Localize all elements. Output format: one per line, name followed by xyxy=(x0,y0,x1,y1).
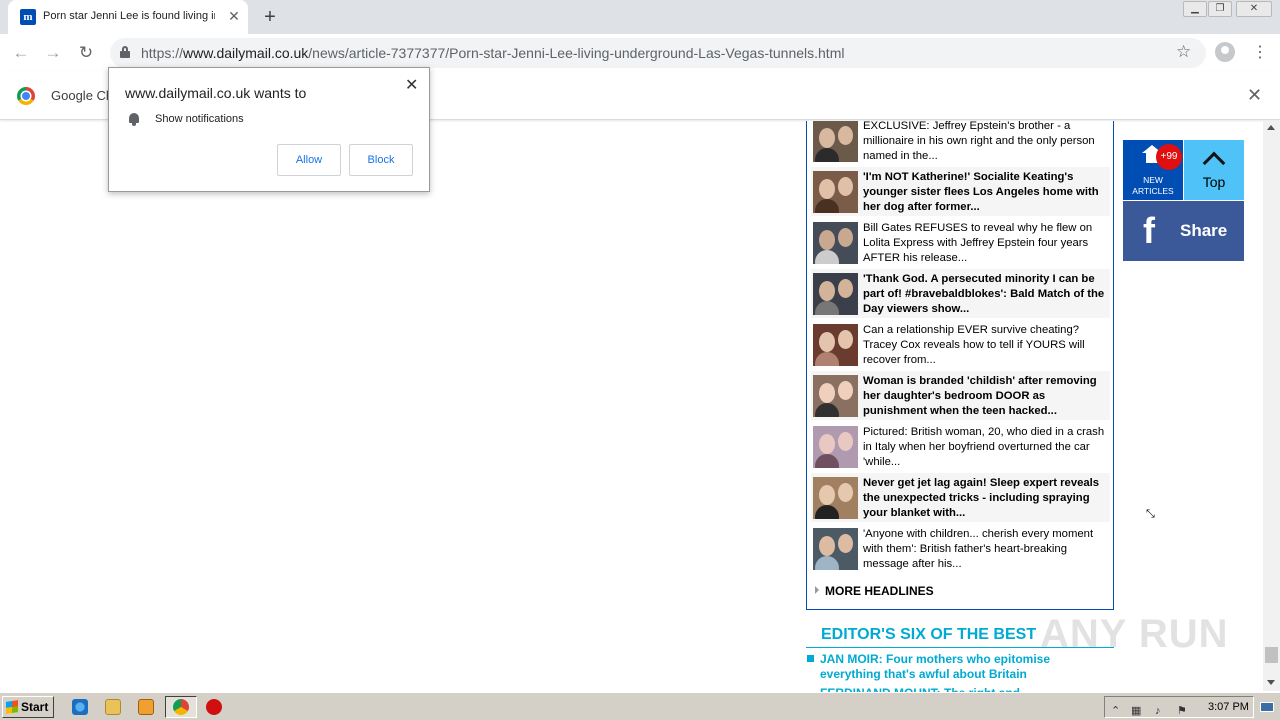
block-button[interactable]: Block xyxy=(349,144,413,176)
headline-thumbnail[interactable] xyxy=(813,222,858,264)
popup-title: www.dailymail.co.uk wants to xyxy=(125,85,307,101)
bell-icon xyxy=(127,112,141,126)
chrome-menu-icon[interactable]: ⋮ xyxy=(1252,42,1268,62)
show-desktop-button[interactable] xyxy=(1260,702,1274,712)
chrome-icon xyxy=(173,699,189,715)
headline-thumbnail[interactable] xyxy=(813,171,858,213)
volume-icon[interactable]: ♪ xyxy=(1155,705,1167,717)
headline-thumbnail[interactable] xyxy=(813,375,858,417)
back-to-top-button[interactable]: Top xyxy=(1184,140,1244,200)
windows-taskbar: Start ⌃ ▦ ♪ ⚑ 3:07 PM xyxy=(0,692,1280,720)
address-bar[interactable]: https://www.dailymail.co.uk/news/article… xyxy=(110,38,1206,68)
anyrun-watermark: ANY RUN xyxy=(1040,612,1229,656)
headline-text[interactable]: Never get jet lag again! Sleep expert re… xyxy=(863,476,1107,521)
internet-explorer-icon[interactable] xyxy=(72,699,88,715)
new-articles-label: NEW ARTICLES xyxy=(1132,175,1174,196)
popup-close-icon[interactable]: ✕ xyxy=(405,75,418,95)
back-button[interactable]: ← xyxy=(8,40,34,66)
more-headlines-link[interactable]: MORE HEADLINES xyxy=(815,584,934,598)
url-path: /news/article-7377377/Porn-star-Jenni-Le… xyxy=(308,45,845,61)
chrome-logo-icon xyxy=(17,87,35,105)
new-articles-button[interactable]: +99 NEW ARTICLES xyxy=(1123,140,1183,200)
url-text[interactable]: https://www.dailymail.co.uk/news/article… xyxy=(141,45,844,61)
bullet-square-icon xyxy=(807,655,814,662)
headline-item[interactable]: 'Thank God. A persecuted minority I can … xyxy=(811,269,1110,318)
headlines-panel: EXCLUSIVE: Jeffrey Epstein's brother - a… xyxy=(806,121,1114,610)
tab-strip: m Porn star Jenni Lee is found living in… xyxy=(0,0,1280,34)
share-label: Share xyxy=(1180,221,1228,240)
headline-item[interactable]: Bill Gates REFUSES to reveal why he flew… xyxy=(811,218,1110,267)
headline-thumbnail[interactable] xyxy=(813,324,858,366)
headline-thumbnail[interactable] xyxy=(813,121,858,162)
windows-flag-icon xyxy=(6,700,18,714)
headline-text[interactable]: Pictured: British woman, 20, who died in… xyxy=(863,425,1107,470)
url-host: www.dailymail.co.uk xyxy=(183,45,309,61)
headline-text[interactable]: Bill Gates REFUSES to reveal why he flew… xyxy=(863,221,1107,266)
headline-text[interactable]: 'Thank God. A persecuted minority I can … xyxy=(863,272,1107,317)
folder-icon[interactable] xyxy=(105,699,121,715)
scroll-down-arrow-icon[interactable] xyxy=(1267,680,1275,685)
lock-icon[interactable] xyxy=(120,46,130,58)
close-window-button[interactable]: ✕ xyxy=(1236,1,1272,17)
headline-item[interactable]: 'Anyone with children... cherish every m… xyxy=(811,524,1110,573)
headline-item[interactable]: EXCLUSIVE: Jeffrey Epstein's brother - a… xyxy=(811,121,1110,165)
headline-thumbnail[interactable] xyxy=(813,426,858,468)
new-articles-badge: +99 xyxy=(1156,144,1182,170)
top-label: Top xyxy=(1202,174,1226,190)
infobar-text: Google Ch xyxy=(51,88,114,103)
headline-item[interactable]: 'I'm NOT Katherine!' Socialite Keating's… xyxy=(811,167,1110,216)
facebook-icon: f xyxy=(1143,210,1155,251)
headline-text[interactable]: Woman is branded 'childish' after removi… xyxy=(863,374,1107,419)
chevron-up-icon xyxy=(1202,151,1226,175)
headline-thumbnail[interactable] xyxy=(813,273,858,315)
tab-close-icon[interactable]: ✕ xyxy=(225,7,243,25)
forward-button[interactable]: → xyxy=(40,40,66,66)
headline-item[interactable]: Woman is branded 'childish' after removi… xyxy=(811,371,1110,420)
start-label: Start xyxy=(21,700,49,714)
media-player-icon[interactable] xyxy=(138,699,154,715)
taskbar-clock[interactable]: 3:07 PM xyxy=(1208,701,1249,713)
profile-avatar-icon[interactable] xyxy=(1215,42,1235,62)
mouse-cursor-icon: ⤡ xyxy=(1146,508,1155,520)
scroll-thumb[interactable] xyxy=(1265,647,1278,663)
minimize-button[interactable]: ▁ xyxy=(1183,1,1207,17)
facebook-share-button[interactable]: f Share xyxy=(1123,201,1244,261)
reload-button[interactable]: ↻ xyxy=(73,40,99,66)
headline-text[interactable]: EXCLUSIVE: Jeffrey Epstein's brother - a… xyxy=(863,121,1107,164)
start-button[interactable]: Start xyxy=(2,696,54,718)
url-scheme: https:// xyxy=(141,45,184,61)
allow-button[interactable]: Allow xyxy=(277,144,341,176)
headline-thumbnail[interactable] xyxy=(813,477,858,519)
bookmark-star-icon[interactable]: ☆ xyxy=(1176,42,1191,62)
network-icon[interactable]: ▦ xyxy=(1131,705,1143,717)
dailymail-favicon-icon: m xyxy=(20,9,36,25)
page-scrollbar[interactable] xyxy=(1263,121,1280,691)
new-tab-button[interactable]: + xyxy=(258,5,282,29)
tray-expand-icon[interactable]: ⌃ xyxy=(1111,705,1123,717)
tab-title: Porn star Jenni Lee is found living in xyxy=(43,10,215,22)
headline-text[interactable]: 'I'm NOT Katherine!' Socialite Keating's… xyxy=(863,170,1107,215)
action-center-flag-icon[interactable]: ⚑ xyxy=(1177,705,1189,717)
headline-text[interactable]: 'Anyone with children... cherish every m… xyxy=(863,527,1107,572)
notification-permission-popup: www.dailymail.co.uk wants to ✕ Show noti… xyxy=(108,67,430,192)
opera-icon[interactable] xyxy=(206,699,222,715)
scroll-up-arrow-icon[interactable] xyxy=(1267,125,1275,130)
headline-text[interactable]: Can a relationship EVER survive cheating… xyxy=(863,323,1107,368)
browser-tab[interactable]: m Porn star Jenni Lee is found living in… xyxy=(8,0,248,34)
headline-thumbnail[interactable] xyxy=(813,528,858,570)
restore-button[interactable]: ❐ xyxy=(1208,1,1232,17)
headline-item[interactable]: Never get jet lag again! Sleep expert re… xyxy=(811,473,1110,522)
taskbar-chrome-button[interactable] xyxy=(165,696,197,718)
headline-item[interactable]: Can a relationship EVER survive cheating… xyxy=(811,320,1110,369)
infobar-close-icon[interactable]: ✕ xyxy=(1247,85,1262,106)
headline-item[interactable]: Pictured: British woman, 20, who died in… xyxy=(811,422,1110,471)
permission-text: Show notifications xyxy=(155,113,244,125)
